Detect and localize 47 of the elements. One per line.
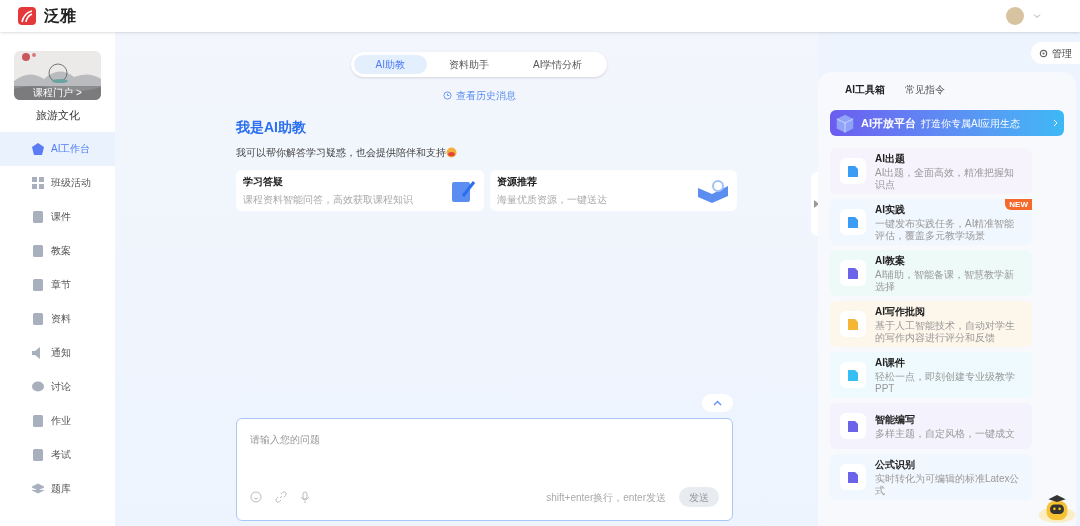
tool-name: AI教案 — [875, 254, 905, 268]
tab[interactable]: AI学情分析 — [511, 55, 605, 74]
sidebar-item[interactable]: 班级活动 — [0, 165, 115, 200]
sidebar-item[interactable]: 讨论 — [0, 369, 115, 404]
tool-card[interactable]: 公式识别 实时转化为可编辑的标准Latex公式 — [830, 454, 1032, 500]
new-badge: NEW — [1005, 199, 1032, 210]
panel-tab[interactable]: 常见指令 — [905, 81, 945, 97]
sidebar-item[interactable]: 题库 — [0, 471, 115, 506]
intro-text: 我可以帮你解答学习疑惑，也会提供陪伴和支持 — [236, 146, 446, 160]
tool-name: 公式识别 — [875, 458, 915, 472]
tool-description: 实时转化为可编辑的标准Latex公式 — [875, 473, 1021, 497]
portal-link[interactable]: 课程门户 > — [14, 86, 101, 100]
panel-tab[interactable]: AI工具箱 — [845, 81, 885, 97]
tool-name: AI课件 — [875, 356, 905, 370]
tool-card[interactable]: AI写作批阅 基于人工智能技术，自动对学生的写作内容进行评分和反馈 — [830, 301, 1032, 347]
intro-title: 我是AI助教 — [236, 118, 307, 137]
tool-name: 智能编写 — [875, 413, 915, 427]
tool-card[interactable]: AI教案 AI辅助，智能备课，智慧教学新选择 — [830, 250, 1032, 296]
sidebar-item[interactable]: 考试 — [0, 437, 115, 472]
sidebar-item[interactable]: 课件 — [0, 199, 115, 234]
sidebar-item[interactable]: AI工作台 — [0, 131, 115, 166]
feature-title: 资源推荐 — [496, 175, 538, 189]
tool-name: AI实践 — [875, 203, 905, 217]
platform-banner[interactable]: AI开放平台 打造你专属AI应用生态 — [830, 110, 1064, 136]
tab[interactable]: 资料助手 — [427, 55, 511, 74]
sidebar-item[interactable]: 资料 — [0, 301, 115, 336]
tool-description: AI出题，全面高效，精准把握知识点 — [875, 167, 1016, 191]
shortcut-hint: shift+enter换行，enter发送 — [546, 490, 666, 505]
tool-description: AI辅助，智能备课，智慧教学新选择 — [875, 269, 1016, 293]
sidebar-item[interactable]: 教案 — [0, 233, 115, 268]
feature-card[interactable]: 学习答疑 课程资料智能问答，高效获取课程知识 — [236, 170, 484, 211]
tool-name: AI出题 — [875, 152, 905, 166]
sidebar-item[interactable]: 章节 — [0, 267, 115, 302]
course-title: 旅游文化 — [35, 108, 80, 123]
tool-description: 多样主题，自定风格，一键成文 — [875, 428, 1015, 440]
brand-name: 泛雅 — [44, 6, 76, 26]
tool-name: AI写作批阅 — [875, 305, 925, 319]
manage-button[interactable]: 管理 — [1031, 42, 1080, 64]
tool-description: 基于人工智能技术，自动对学生的写作内容进行评分和反馈 — [875, 320, 1016, 344]
feature-description: 课程资料智能问答，高效获取课程知识 — [243, 193, 413, 207]
tool-description: 一键发布实践任务，AI精准智能评估，覆盖多元教学场景 — [875, 218, 1016, 242]
feature-title: 学习答疑 — [243, 175, 284, 189]
tool-card[interactable]: AI出题 AI出题，全面高效，精准把握知识点 — [830, 148, 1032, 194]
tool-card[interactable]: 智能编写 多样主题，自定风格，一键成文 — [830, 403, 1032, 449]
tool-card[interactable]: AI实践 一键发布实践任务，AI精准智能评估，覆盖多元教学场景 NEW — [830, 199, 1032, 245]
sidebar-item[interactable]: 通知 — [0, 335, 115, 370]
sidebar-item[interactable]: 作业 — [0, 403, 115, 438]
